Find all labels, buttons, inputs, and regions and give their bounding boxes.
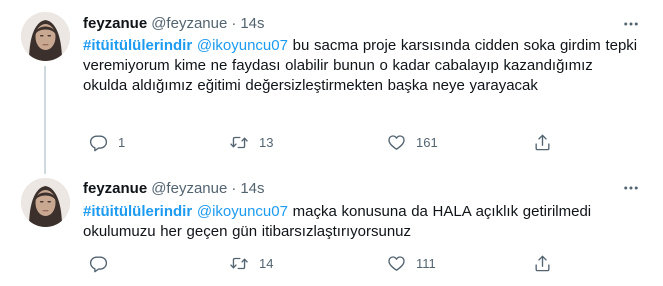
share-icon xyxy=(535,134,550,150)
timestamp[interactable]: 14s xyxy=(240,15,264,32)
like-icon xyxy=(388,255,405,271)
like-button[interactable]: 111 xyxy=(387,252,436,274)
separator-dot: · xyxy=(231,179,237,197)
display-name[interactable]: feyzanue xyxy=(83,15,147,32)
thread-line xyxy=(44,66,46,174)
retweet-button[interactable]: 14 xyxy=(229,252,273,274)
reply-button[interactable] xyxy=(89,252,118,274)
avatar[interactable] xyxy=(21,12,70,61)
like-icon xyxy=(388,134,405,150)
tweet-text: #itüitülülerindir @ikoyuncu07 bu sacma p… xyxy=(83,36,638,96)
separator-dot: · xyxy=(231,14,237,32)
mention-link[interactable]: @ikoyuncu07 xyxy=(197,37,288,54)
retweet-icon xyxy=(230,257,248,269)
like-button[interactable]: 161 xyxy=(387,131,438,153)
like-count: 111 xyxy=(416,255,436,271)
more-icon xyxy=(624,22,638,26)
reply-count: 1 xyxy=(118,134,126,150)
more-options-button[interactable] xyxy=(621,14,641,34)
tweet-text: #itüitülülerindir @ikoyuncu07 maçka konu… xyxy=(83,202,638,242)
user-handle[interactable]: @feyzanue xyxy=(151,180,227,197)
reply-button[interactable]: 1 xyxy=(89,131,125,153)
tweet-header: feyzanue @feyzanue · 14s xyxy=(83,13,265,33)
user-handle[interactable]: @feyzanue xyxy=(151,15,227,32)
share-icon xyxy=(535,255,550,271)
retweet-count: 13 xyxy=(259,134,274,150)
share-button[interactable] xyxy=(533,252,552,274)
tweet-header: feyzanue @feyzanue · 14s xyxy=(83,178,265,198)
hashtag-link[interactable]: #itüitülülerindir xyxy=(83,203,192,220)
reply-icon xyxy=(89,134,108,151)
tweet-actions: 1 13 161 xyxy=(83,131,563,153)
tweet[interactable]: feyzanue @feyzanue · 14s #itüitülülerind… xyxy=(0,172,663,286)
avatar-image xyxy=(21,178,70,227)
retweet-icon xyxy=(230,136,248,148)
avatar-image xyxy=(21,12,70,61)
hashtag-link[interactable]: #itüitülülerindir xyxy=(83,37,192,54)
like-count: 161 xyxy=(416,134,438,150)
tweet[interactable]: feyzanue @feyzanue · 14s #itüitülülerind… xyxy=(0,0,663,174)
more-icon xyxy=(624,186,638,190)
share-button[interactable] xyxy=(533,131,552,153)
more-options-button[interactable] xyxy=(621,178,641,198)
tweet-actions: 14 111 xyxy=(83,252,563,274)
timestamp[interactable]: 14s xyxy=(240,180,264,197)
display-name[interactable]: feyzanue xyxy=(83,180,147,197)
reply-icon xyxy=(89,255,108,272)
retweet-count: 14 xyxy=(259,255,274,271)
avatar[interactable] xyxy=(21,178,70,227)
retweet-button[interactable]: 13 xyxy=(229,131,273,153)
mention-link[interactable]: @ikoyuncu07 xyxy=(197,203,288,220)
